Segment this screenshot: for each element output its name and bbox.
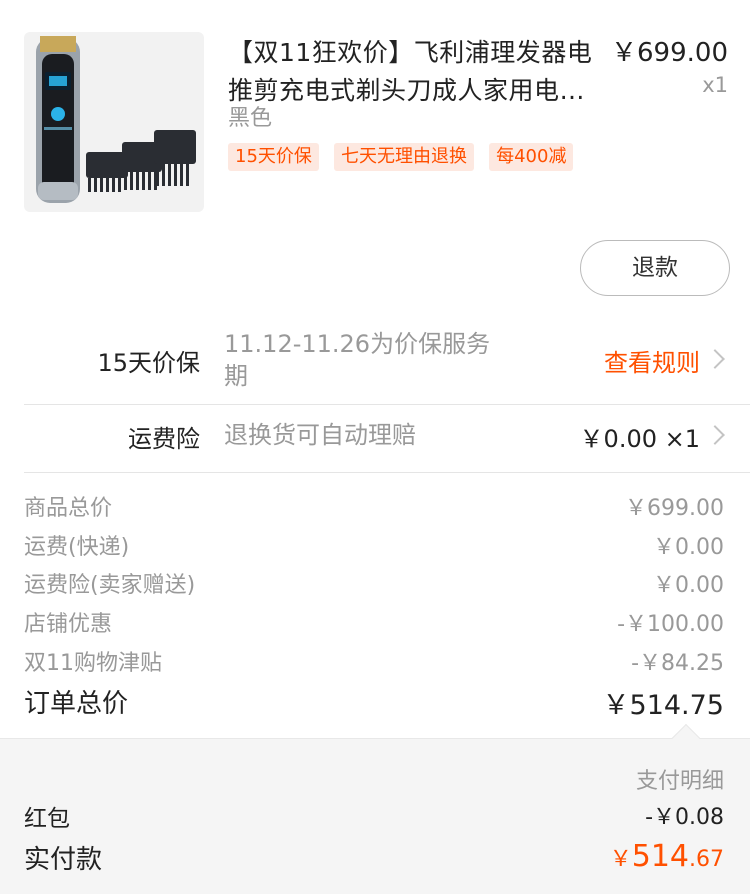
product-title[interactable]: 【双11狂欢价】飞利浦理发器电推剪充电式剃头刀成人家用电… — [228, 34, 608, 110]
paid-decimal: .67 — [689, 847, 724, 872]
price-protect-label: 15天价保 — [97, 349, 200, 377]
cost-label-shopping-allowance: 双11购物津贴 — [24, 651, 162, 676]
paid-integer: 514 — [631, 839, 689, 874]
paid-currency: ￥ — [609, 847, 632, 872]
payment-detail-link[interactable]: 支付明细 — [636, 763, 724, 795]
product-image[interactable] — [24, 32, 204, 212]
cost-value-shipping-insurance: ￥0.00 — [653, 573, 724, 598]
tag-discount: 每400减 — [489, 143, 574, 171]
chevron-right-icon — [705, 425, 725, 445]
shipping-insurance-desc: 退换货可自动理赔 — [224, 421, 416, 449]
cost-value-goods-total: ￥699.00 — [625, 496, 724, 521]
actual-paid-amount: ￥514.67 — [610, 839, 724, 874]
shipping-insurance-label: 运费险 — [128, 425, 200, 453]
chevron-right-icon — [705, 349, 725, 369]
product-price: ￥699.00 — [611, 38, 728, 68]
product-card[interactable]: 【双11狂欢价】飞利浦理发器电推剪充电式剃头刀成人家用电… ￥699.00 x1… — [0, 0, 750, 230]
price-protect-desc: 11.12-11.26为价保服务期 — [224, 330, 491, 390]
cost-label-shipping: 运费(快递) — [24, 535, 130, 560]
order-total-value: ￥514.75 — [602, 690, 724, 721]
cost-value-store-discount: -￥100.00 — [617, 612, 724, 637]
divider — [24, 404, 750, 405]
cost-value-shipping: ￥0.00 — [653, 535, 724, 560]
cost-value-shopping-allowance: -￥84.25 — [631, 651, 724, 676]
red-packet-value: -￥0.08 — [645, 805, 724, 830]
cost-label-goods-total: 商品总价 — [24, 496, 113, 521]
actual-paid-label: 实付款 — [24, 845, 103, 875]
view-rules-link[interactable]: 查看规则 — [604, 343, 700, 378]
tooltip-notch — [671, 723, 701, 753]
payment-details-box: 支付明细 红包 -￥0.08 实付款 ￥514.67 — [0, 723, 750, 894]
order-total-label: 订单总价 — [24, 689, 129, 719]
shipping-insurance-value: ￥0.00 ×1 — [579, 425, 700, 453]
tag-seven-day-return: 七天无理由退换 — [334, 143, 474, 171]
cost-label-shipping-insurance: 运费险(卖家赠送) — [24, 573, 196, 598]
tag-price-protect: 15天价保 — [228, 143, 319, 171]
cost-label-store-discount: 店铺优惠 — [24, 612, 113, 637]
refund-button[interactable]: 退款 — [580, 240, 730, 296]
hair-clipper-illustration — [36, 36, 196, 203]
product-tags: 15天价保 七天无理由退换 每400减 — [228, 143, 588, 173]
product-quantity: x1 — [702, 73, 728, 97]
divider — [24, 472, 750, 473]
red-packet-label: 红包 — [24, 806, 70, 832]
product-color-spec: 黑色 — [228, 106, 273, 131]
